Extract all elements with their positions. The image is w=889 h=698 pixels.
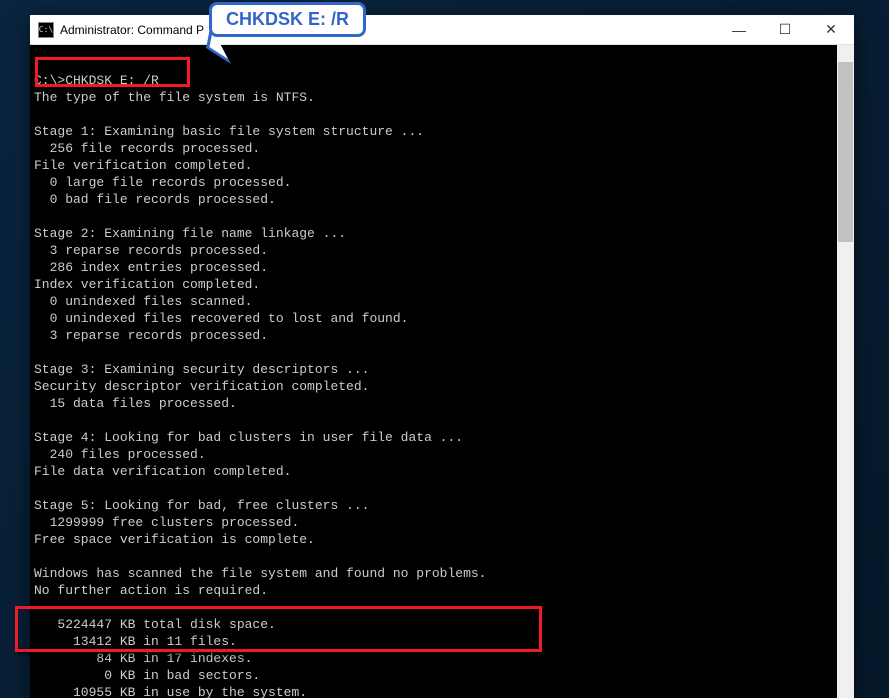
terminal-line: 256 file records processed.	[34, 140, 850, 157]
terminal-line	[34, 106, 850, 123]
terminal-line: 13412 KB in 11 files.	[34, 633, 850, 650]
cmd-icon-text: C:\	[39, 26, 53, 34]
terminal-line: 0 KB in bad sectors.	[34, 667, 850, 684]
terminal-line: Free space verification is complete.	[34, 531, 850, 548]
terminal-line: 0 bad file records processed.	[34, 191, 850, 208]
terminal-line: Windows has scanned the file system and …	[34, 565, 850, 582]
terminal-output[interactable]: C:\>CHKDSK E: /RThe type of the file sys…	[30, 45, 854, 698]
callout-text: CHKDSK E: /R	[226, 9, 349, 29]
terminal-line: 84 KB in 17 indexes.	[34, 650, 850, 667]
terminal-line: 0 large file records processed.	[34, 174, 850, 191]
terminal-line: 5224447 KB total disk space.	[34, 616, 850, 633]
terminal-line: Stage 1: Examining basic file system str…	[34, 123, 850, 140]
terminal-line: 10955 KB in use by the system.	[34, 684, 850, 698]
terminal-line: Stage 5: Looking for bad, free clusters …	[34, 497, 850, 514]
terminal-line: File verification completed.	[34, 157, 850, 174]
terminal-line: File data verification completed.	[34, 463, 850, 480]
terminal-line	[34, 548, 850, 565]
terminal-line: 0 unindexed files recovered to lost and …	[34, 310, 850, 327]
terminal-line: Stage 3: Examining security descriptors …	[34, 361, 850, 378]
terminal-line: Index verification completed.	[34, 276, 850, 293]
maximize-button[interactable]: ☐	[762, 15, 808, 44]
terminal-line: C:\>CHKDSK E: /R	[34, 72, 850, 89]
terminal-line: No further action is required.	[34, 582, 850, 599]
terminal-line	[34, 599, 850, 616]
close-button[interactable]: ✕	[808, 15, 854, 44]
terminal-line: 15 data files processed.	[34, 395, 850, 412]
terminal-line: 286 index entries processed.	[34, 259, 850, 276]
command-prompt-window: C:\ Administrator: Command P — ☐ ✕ C:\>C…	[30, 15, 854, 698]
terminal-line: 1299999 free clusters processed.	[34, 514, 850, 531]
terminal-line: Stage 2: Examining file name linkage ...	[34, 225, 850, 242]
terminal-line: Stage 4: Looking for bad clusters in use…	[34, 429, 850, 446]
terminal-line: The type of the file system is NTFS.	[34, 89, 850, 106]
scrollbar-thumb[interactable]	[838, 62, 853, 242]
terminal-line	[34, 208, 850, 225]
terminal-line: 3 reparse records processed.	[34, 327, 850, 344]
terminal-line	[34, 55, 850, 72]
minimize-button[interactable]: —	[716, 15, 762, 44]
callout-label: CHKDSK E: /R	[209, 2, 366, 37]
terminal-line: Security descriptor verification complet…	[34, 378, 850, 395]
terminal-line	[34, 344, 850, 361]
scrollbar[interactable]	[837, 45, 854, 698]
window-title: Administrator: Command P	[60, 23, 716, 37]
terminal-line: 3 reparse records processed.	[34, 242, 850, 259]
cmd-icon: C:\	[38, 22, 54, 38]
terminal-line	[34, 412, 850, 429]
titlebar[interactable]: C:\ Administrator: Command P — ☐ ✕	[30, 15, 854, 45]
terminal-line: 0 unindexed files scanned.	[34, 293, 850, 310]
terminal-line: 240 files processed.	[34, 446, 850, 463]
terminal-line	[34, 480, 850, 497]
window-controls: — ☐ ✕	[716, 15, 854, 44]
